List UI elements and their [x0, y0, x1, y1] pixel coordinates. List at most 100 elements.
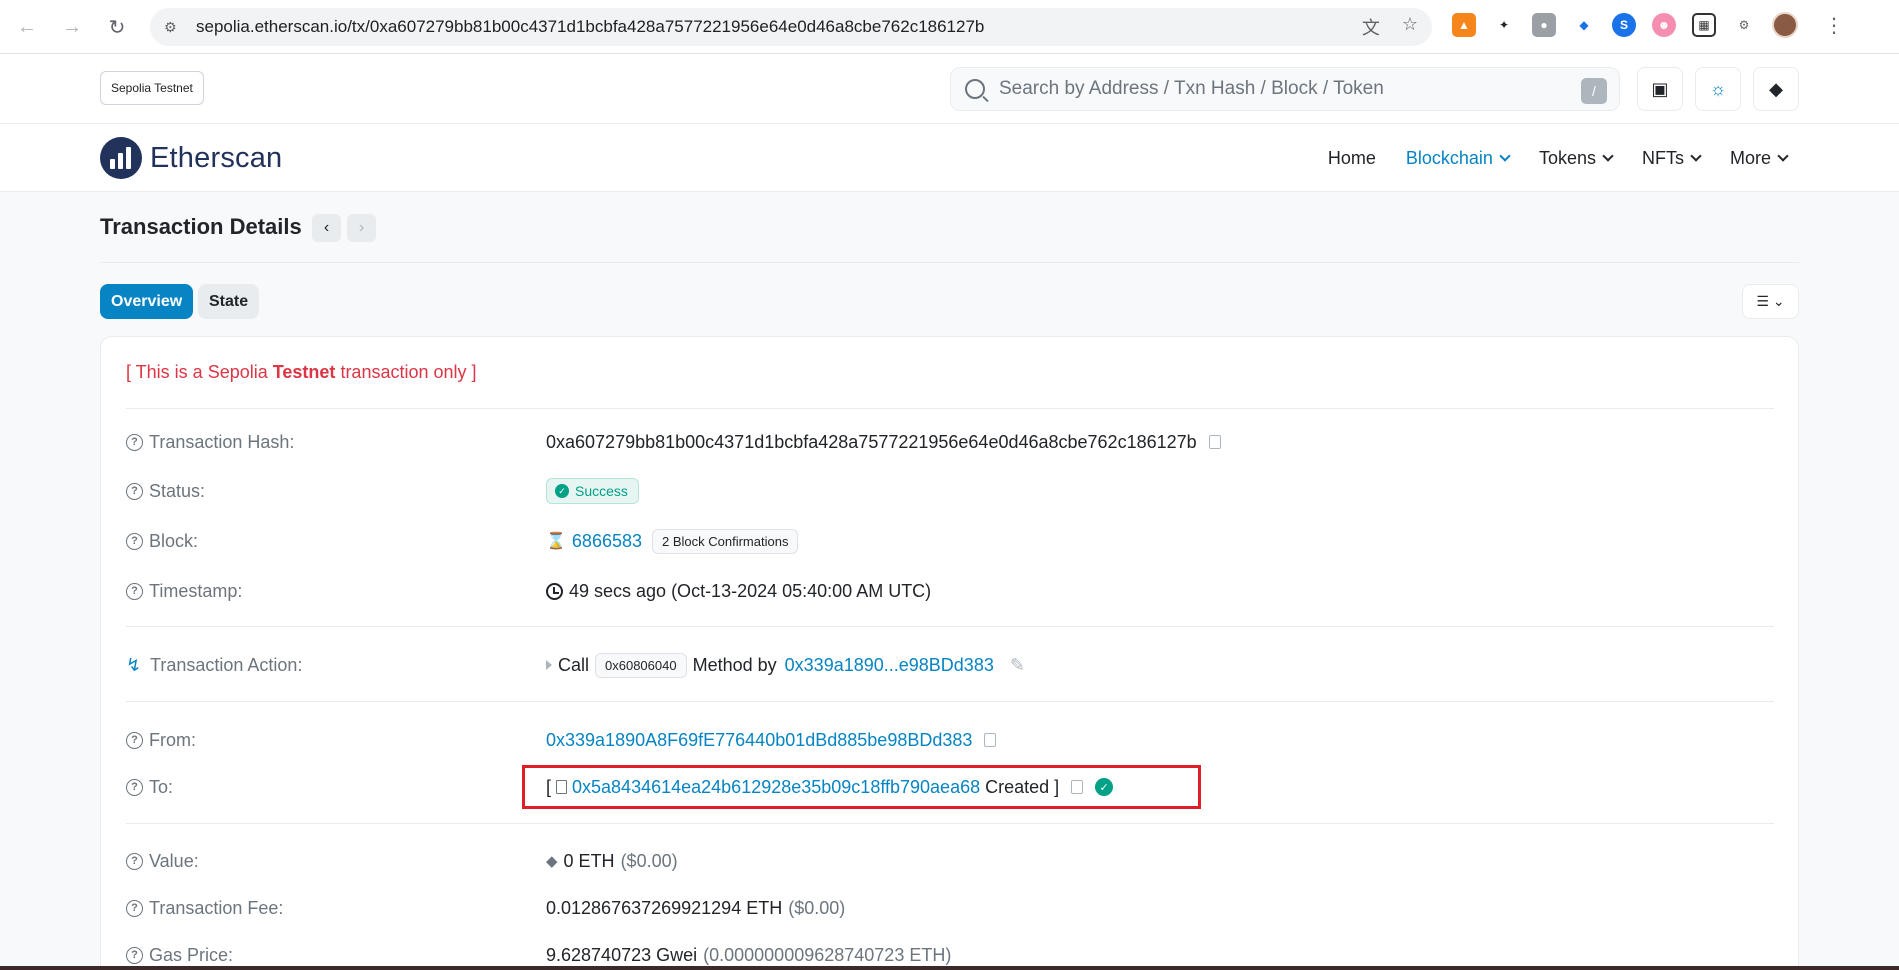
browser-toolbar: ← → ↻ ⚙ sepolia.etherscan.io/tx/0xa60727…: [0, 0, 1899, 54]
nav-blockchain[interactable]: Blockchain: [1406, 148, 1511, 169]
fee-amount: 0.012867637269921294 ETH: [546, 897, 783, 918]
value-usd: ($0.00): [620, 850, 678, 871]
row-transaction-hash: ? Transaction Hash: 0xa607279bb81b00c4371…: [126, 428, 1774, 456]
nav-tokens[interactable]: Tokens: [1539, 148, 1614, 169]
graduation-cap-extension-icon[interactable]: ◆: [1572, 13, 1596, 37]
browser-menu-icon[interactable]: ⋮: [1824, 13, 1844, 38]
address-bar[interactable]: ⚙ sepolia.etherscan.io/tx/0xa607279bb81b…: [150, 8, 1432, 46]
help-icon[interactable]: ?: [126, 433, 143, 451]
robot-extension-icon[interactable]: ●: [1532, 13, 1556, 37]
main-nav: Home Blockchain Tokens NFTs More: [1328, 124, 1789, 192]
translate-icon[interactable]: 文: [1362, 14, 1380, 40]
row-gas-price: ? Gas Price: 9.628740723 Gwei (0.000000009…: [126, 941, 1774, 969]
row-block: ? Block: ⌛ 6866583 2 Block Confirmations: [126, 527, 1774, 555]
reload-icon[interactable]: ↻: [99, 9, 135, 45]
block-link[interactable]: 6866583: [572, 531, 642, 552]
divider: [126, 823, 1774, 824]
from-label: From:: [149, 729, 196, 750]
hash-label: Transaction Hash:: [149, 431, 295, 452]
help-icon[interactable]: ?: [126, 731, 143, 749]
status-badge: ✓ Success: [546, 478, 639, 504]
help-icon[interactable]: ?: [126, 582, 143, 600]
action-label: Transaction Action:: [150, 654, 303, 675]
nav-more[interactable]: More: [1730, 148, 1789, 169]
back-arrow-icon[interactable]: ←: [9, 9, 45, 45]
chevron-down-icon: [1690, 150, 1702, 162]
search-input[interactable]: Search by Address / Txn Hash / Block / T…: [950, 67, 1620, 111]
page-title: Transaction Details: [100, 214, 302, 239]
taskbar-edge: [0, 966, 1899, 970]
check-circle-icon: ✓: [555, 484, 569, 498]
value-label: Value:: [149, 850, 199, 871]
action-call: Call: [558, 654, 590, 675]
previous-transaction-icon[interactable]: ‹: [312, 214, 341, 242]
search-placeholder: Search by Address / Txn Hash / Block / T…: [999, 78, 1384, 99]
top-bar: Sepolia Testnet Search by Address / Txn …: [0, 54, 1899, 124]
nav-nfts[interactable]: NFTs: [1642, 148, 1702, 169]
help-icon[interactable]: ?: [126, 899, 143, 917]
fee-label: Transaction Fee:: [149, 897, 284, 918]
row-value: ? Value: ◆ 0 ETH ($0.00): [126, 847, 1774, 875]
chevron-down-icon: [1602, 150, 1614, 162]
theme-sun-icon[interactable]: ☼: [1695, 67, 1741, 111]
profile-avatar[interactable]: [1772, 12, 1798, 38]
url-text[interactable]: sepolia.etherscan.io/tx/0xa607279bb81b00…: [196, 17, 984, 37]
bookmark-star-icon[interactable]: ☆: [1402, 14, 1418, 40]
value-amount: 0 ETH: [563, 850, 615, 871]
status-label: Status:: [149, 480, 206, 501]
chevron-down-icon: [1777, 150, 1789, 162]
row-transaction-fee: ? Transaction Fee: 0.012867637269921294 E…: [126, 894, 1774, 922]
transaction-details-card: [ This is a Sepolia Testnet transaction …: [100, 336, 1799, 970]
search-shortcut-key: /: [1581, 78, 1607, 104]
copy-icon[interactable]: [984, 730, 1001, 747]
gas-eth: (0.000000009628740723 ETH): [703, 944, 952, 965]
action-address-link[interactable]: 0x339a1890...e98BDd383: [785, 655, 994, 676]
forward-arrow-icon[interactable]: →: [54, 9, 90, 45]
lightning-icon: ↯: [126, 654, 142, 675]
help-icon[interactable]: ?: [126, 778, 143, 796]
help-icon[interactable]: ?: [126, 532, 143, 550]
network-badge[interactable]: Sepolia Testnet: [100, 71, 204, 105]
clock-icon: [546, 582, 563, 600]
row-status: ? Status: ✓ Success: [126, 477, 1774, 505]
qr-code-extension-icon[interactable]: ▦: [1692, 13, 1716, 37]
gas-label: Gas Price:: [149, 944, 234, 965]
help-icon[interactable]: ?: [126, 852, 143, 870]
edit-pencil-icon[interactable]: ✎: [1010, 655, 1025, 676]
etherscan-logo[interactable]: Etherscan: [100, 137, 282, 179]
site-info-icon[interactable]: ⚙: [164, 19, 186, 36]
ethereum-network-icon[interactable]: ◆: [1753, 67, 1799, 111]
help-icon[interactable]: ?: [126, 482, 143, 500]
row-from: ? From: 0x339a1890A8F69fE776440b01dBd885b…: [126, 726, 1774, 754]
help-icon[interactable]: ?: [126, 946, 143, 964]
face-extension-icon[interactable]: ☻: [1652, 13, 1676, 37]
timestamp-value: 49 secs ago (Oct-13-2024 05:40:00 AM UTC…: [569, 580, 932, 601]
metamask-extension-icon[interactable]: ▲: [1452, 13, 1476, 37]
expand-caret-icon[interactable]: [546, 660, 552, 670]
next-transaction-icon[interactable]: ›: [347, 214, 376, 242]
view-options-button[interactable]: ☰ ⌄: [1742, 284, 1799, 319]
from-address-link[interactable]: 0x339a1890A8F69fE776440b01dBd885be98BDd3…: [546, 730, 972, 751]
book-icon[interactable]: ▣: [1637, 67, 1683, 111]
to-label: To:: [149, 776, 174, 797]
nav-home[interactable]: Home: [1328, 148, 1376, 169]
extensions-puzzle-icon[interactable]: ⚙: [1732, 13, 1756, 37]
search-icon: [965, 79, 985, 99]
copy-icon[interactable]: [1208, 432, 1225, 449]
testnet-notice: [ This is a Sepolia Testnet transaction …: [126, 362, 477, 382]
divider: [126, 701, 1774, 702]
hash-value: 0xa607279bb81b00c4371d1bcbfa428a75772219…: [546, 431, 1197, 452]
logo-text: Etherscan: [150, 141, 283, 174]
divider: [126, 408, 1774, 409]
tab-state[interactable]: State: [198, 284, 260, 319]
etherscan-logo-icon: [100, 137, 142, 179]
row-timestamp: ? Timestamp: 49 secs ago (Oct-13-2024 05:…: [126, 577, 1774, 605]
gas-amount: 9.628740723 Gwei: [546, 944, 698, 965]
s-extension-icon[interactable]: S: [1612, 13, 1636, 37]
bird-extension-icon[interactable]: ✦: [1492, 13, 1516, 37]
divider: [126, 626, 1774, 627]
timestamp-label: Timestamp:: [149, 580, 243, 601]
tab-overview[interactable]: Overview: [100, 284, 194, 319]
to-field-highlight-box: [522, 765, 1201, 809]
method-id-badge: 0x60806040: [595, 652, 687, 678]
